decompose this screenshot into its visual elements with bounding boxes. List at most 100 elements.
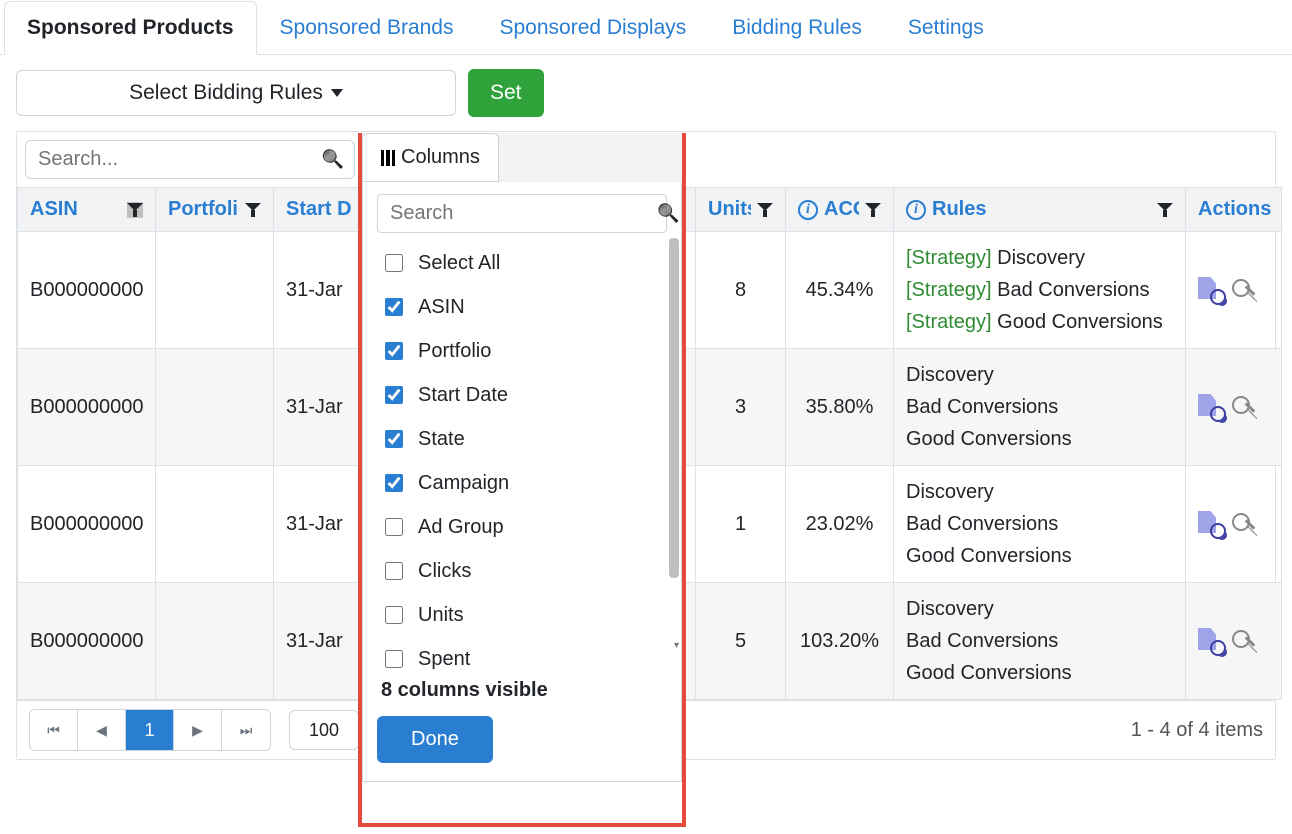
columns-search-input[interactable] bbox=[388, 201, 657, 226]
page-size-select[interactable]: 100 bbox=[289, 710, 359, 750]
pager-first-button[interactable]: ⏮ bbox=[30, 710, 78, 750]
column-option-state[interactable]: State bbox=[377, 417, 663, 461]
caret-down-icon bbox=[331, 89, 343, 97]
pager-next-button[interactable]: ▶ bbox=[174, 710, 222, 750]
search-icon bbox=[322, 149, 344, 170]
pager-prev-button[interactable]: ◀ bbox=[78, 710, 126, 750]
col-units-header[interactable]: Units bbox=[696, 188, 786, 232]
pager-page-number[interactable]: 1 bbox=[126, 710, 174, 750]
column-option-select-all[interactable]: Select All bbox=[377, 241, 663, 285]
columns-checklist[interactable]: Select All ASIN Portfolio Start Date State Ca… bbox=[377, 241, 667, 671]
cell-units: 1 bbox=[696, 466, 786, 583]
scrollbar-thumb[interactable] bbox=[669, 238, 679, 578]
info-icon[interactable]: i bbox=[906, 200, 926, 220]
column-checkbox[interactable] bbox=[385, 650, 403, 668]
column-checkbox[interactable] bbox=[385, 386, 403, 404]
keywords-icon[interactable] bbox=[1230, 511, 1256, 537]
grid-search-input[interactable] bbox=[36, 147, 322, 172]
cell-units: 5 bbox=[696, 583, 786, 700]
cell-acos: 103.20% bbox=[786, 583, 894, 700]
column-checkbox[interactable] bbox=[385, 430, 403, 448]
cell-asin: B000000000 bbox=[18, 466, 156, 583]
tab-settings[interactable]: Settings bbox=[885, 1, 1007, 55]
filter-icon[interactable] bbox=[757, 202, 773, 218]
pager-buttons: ⏮ ◀ 1 ▶ ⏭ bbox=[29, 709, 271, 751]
pager-last-button[interactable]: ⏭ bbox=[222, 710, 270, 750]
keywords-icon[interactable] bbox=[1230, 394, 1256, 420]
info-icon[interactable]: i bbox=[798, 200, 818, 220]
select-bidding-rules-label: Select Bidding Rules bbox=[129, 81, 323, 105]
cell-actions bbox=[1186, 466, 1282, 583]
col-portfolio-header[interactable]: Portfolio bbox=[156, 188, 274, 232]
column-option-portfolio[interactable]: Portfolio bbox=[377, 329, 663, 373]
column-option-ad-group[interactable]: Ad Group bbox=[377, 505, 663, 549]
column-checkbox[interactable] bbox=[385, 606, 403, 624]
col-start-date-header[interactable]: Start D bbox=[274, 188, 376, 232]
cell-actions bbox=[1186, 583, 1282, 700]
cell-portfolio bbox=[156, 466, 274, 583]
strategy-tag: [Strategy] bbox=[906, 247, 997, 269]
cell-units: 3 bbox=[696, 349, 786, 466]
col-asin-header[interactable]: ASIN bbox=[18, 188, 156, 232]
cell-asin: B000000000 bbox=[18, 349, 156, 466]
column-option-label: Portfolio bbox=[418, 340, 491, 363]
column-checkbox[interactable] bbox=[385, 562, 403, 580]
column-option-label: Start Date bbox=[418, 384, 508, 407]
column-checkbox[interactable] bbox=[385, 518, 403, 536]
column-option-start-date[interactable]: Start Date bbox=[377, 373, 663, 417]
col-rules-header[interactable]: i Rules bbox=[894, 188, 1186, 232]
cell-start-date: 31-Jar bbox=[274, 232, 376, 349]
cell-units: 8 bbox=[696, 232, 786, 349]
select-bidding-rules-dropdown[interactable]: Select Bidding Rules bbox=[16, 70, 456, 116]
view-details-icon[interactable] bbox=[1198, 511, 1224, 537]
filter-icon[interactable] bbox=[865, 202, 881, 218]
columns-popover-tab[interactable]: Columns bbox=[362, 133, 499, 182]
column-option-label: ASIN bbox=[418, 296, 465, 319]
col-actions-header: Actions bbox=[1186, 188, 1282, 232]
strategy-tag: [Strategy] bbox=[906, 311, 997, 333]
column-checkbox[interactable] bbox=[385, 298, 403, 316]
scroll-down-icon: ▾ bbox=[674, 640, 679, 651]
column-option-label: Campaign bbox=[418, 472, 509, 495]
cell-actions bbox=[1186, 232, 1282, 349]
cell-portfolio bbox=[156, 349, 274, 466]
set-button[interactable]: Set bbox=[468, 69, 544, 117]
column-option-clicks[interactable]: Clicks bbox=[377, 549, 663, 593]
cell-portfolio bbox=[156, 232, 274, 349]
view-details-icon[interactable] bbox=[1198, 394, 1224, 420]
column-checkbox[interactable] bbox=[385, 474, 403, 492]
column-checkbox[interactable] bbox=[385, 254, 403, 272]
columns-visible-count: 8 columns visible bbox=[381, 679, 667, 702]
main-tabs: Sponsored ProductsSponsored BrandsSponso… bbox=[0, 0, 1292, 55]
view-details-icon[interactable] bbox=[1198, 628, 1224, 654]
grid-search-input-wrap[interactable] bbox=[25, 140, 355, 179]
cell-acos: 45.34% bbox=[786, 232, 894, 349]
keywords-icon[interactable] bbox=[1230, 628, 1256, 654]
column-option-label: Clicks bbox=[418, 560, 471, 583]
column-option-spent[interactable]: Spent bbox=[377, 637, 663, 671]
col-acos-header[interactable]: i ACOS bbox=[786, 188, 894, 232]
cell-actions bbox=[1186, 349, 1282, 466]
column-option-asin[interactable]: ASIN bbox=[377, 285, 663, 329]
tab-bidding-rules[interactable]: Bidding Rules bbox=[709, 1, 885, 55]
done-button[interactable]: Done bbox=[377, 716, 493, 763]
cell-asin: B000000000 bbox=[18, 232, 156, 349]
columns-popover: Columns Select All ASIN Portfolio Start Dat… bbox=[362, 133, 682, 782]
cell-asin: B000000000 bbox=[18, 583, 156, 700]
cell-rules: DiscoveryBad ConversionsGood Conversions bbox=[894, 583, 1186, 700]
column-option-campaign[interactable]: Campaign bbox=[377, 461, 663, 505]
column-option-label: Select All bbox=[418, 252, 500, 275]
tab-sponsored-displays[interactable]: Sponsored Displays bbox=[476, 1, 709, 55]
tab-sponsored-brands[interactable]: Sponsored Brands bbox=[257, 1, 477, 55]
column-option-label: State bbox=[418, 428, 465, 451]
filter-icon[interactable] bbox=[1157, 202, 1173, 218]
filter-icon[interactable] bbox=[245, 202, 261, 218]
column-checkbox[interactable] bbox=[385, 342, 403, 360]
cell-acos: 23.02% bbox=[786, 466, 894, 583]
columns-search-wrap[interactable] bbox=[377, 194, 667, 233]
filter-icon[interactable] bbox=[127, 202, 143, 218]
tab-sponsored-products[interactable]: Sponsored Products bbox=[4, 1, 257, 55]
column-option-units[interactable]: Units bbox=[377, 593, 663, 637]
view-details-icon[interactable] bbox=[1198, 277, 1224, 303]
keywords-icon[interactable] bbox=[1230, 277, 1256, 303]
